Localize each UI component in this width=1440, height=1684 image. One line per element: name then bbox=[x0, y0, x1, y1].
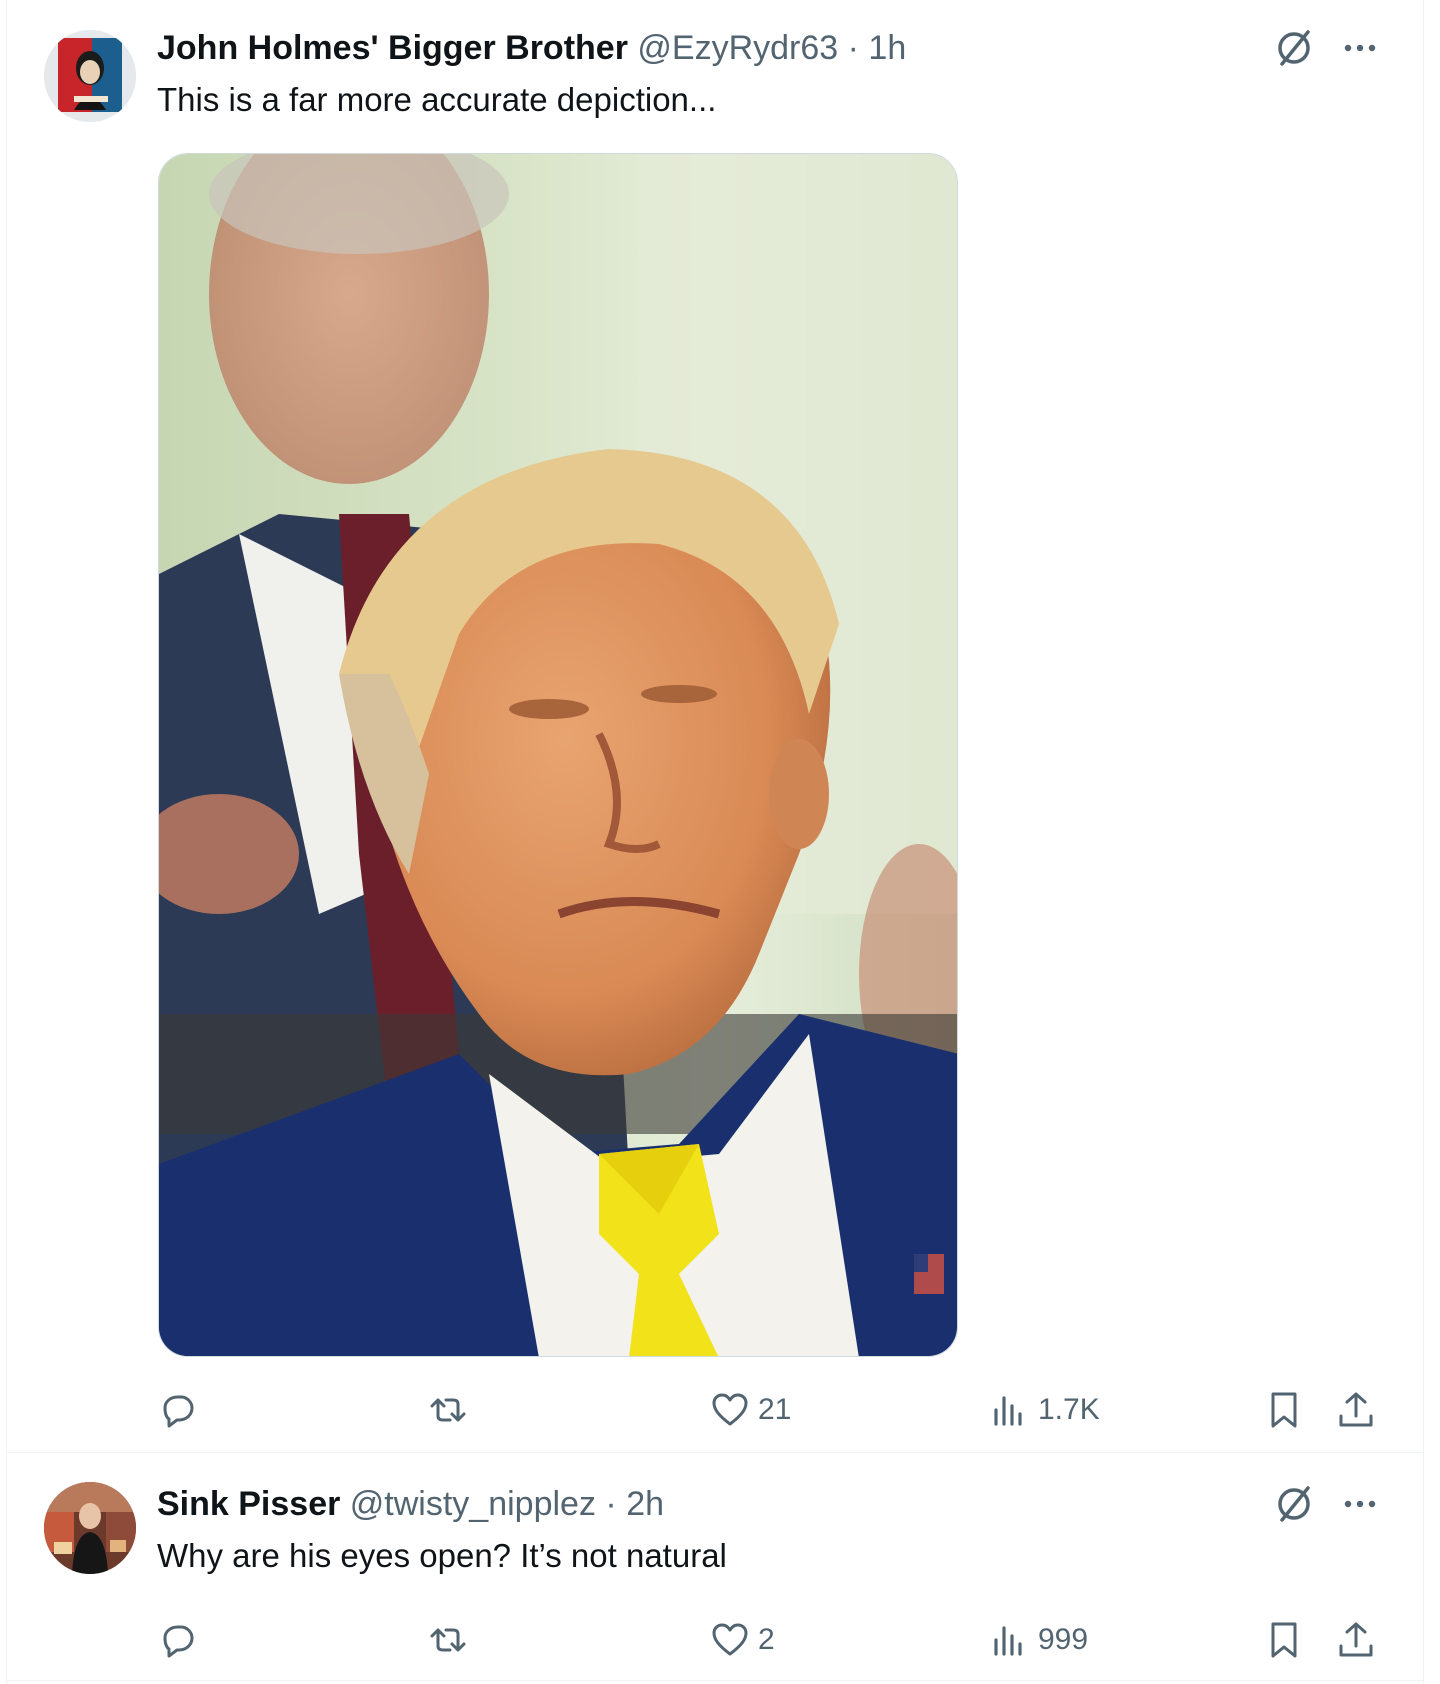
share-button[interactable] bbox=[1336, 1620, 1376, 1660]
reply-button[interactable] bbox=[157, 1390, 205, 1430]
bookmark-button[interactable] bbox=[1264, 1620, 1304, 1660]
share-icon bbox=[1339, 1392, 1373, 1427]
analytics-icon bbox=[994, 1396, 1022, 1426]
avatar[interactable] bbox=[44, 30, 136, 122]
bookmark-button[interactable] bbox=[1264, 1390, 1304, 1430]
post-header: John Holmes' Bigger Brother @EzyRydr63 ·… bbox=[157, 28, 906, 68]
post-divider bbox=[6, 1680, 1424, 1681]
avatar-image bbox=[44, 30, 136, 122]
reply-button[interactable] bbox=[157, 1620, 205, 1660]
post-media[interactable] bbox=[158, 153, 958, 1357]
heart-icon bbox=[712, 1623, 748, 1656]
view-count: 1.7K bbox=[1038, 1393, 1100, 1426]
analytics-icon bbox=[994, 1626, 1022, 1656]
grok-icon[interactable] bbox=[1274, 28, 1314, 68]
avatar-image bbox=[44, 1482, 136, 1574]
bookmark-icon bbox=[1271, 1622, 1297, 1658]
author-handle[interactable]: @twisty_nipplez bbox=[350, 1485, 596, 1523]
avatar[interactable] bbox=[44, 1482, 136, 1574]
reply-icon bbox=[163, 1625, 194, 1658]
post-time[interactable]: 2h bbox=[626, 1485, 664, 1523]
more-options-icon[interactable] bbox=[1340, 1484, 1380, 1524]
repost-icon bbox=[430, 1628, 466, 1652]
share-icon bbox=[1339, 1622, 1373, 1657]
separator: · bbox=[847, 29, 859, 67]
views-button[interactable]: 999 bbox=[990, 1620, 1088, 1660]
repost-icon bbox=[430, 1398, 466, 1422]
like-button[interactable]: 21 bbox=[710, 1390, 791, 1430]
reply-icon bbox=[163, 1395, 194, 1428]
post-text: Why are his eyes open? It’s not natural bbox=[157, 1537, 727, 1574]
like-count: 21 bbox=[758, 1393, 792, 1426]
repost-button[interactable] bbox=[428, 1620, 476, 1660]
view-count: 999 bbox=[1038, 1623, 1089, 1656]
post-divider bbox=[6, 1452, 1424, 1453]
separator: · bbox=[605, 1485, 617, 1523]
like-count: 2 bbox=[758, 1623, 775, 1656]
author-name[interactable]: Sink Pisser bbox=[157, 1485, 340, 1523]
author-name[interactable]: John Holmes' Bigger Brother bbox=[157, 29, 628, 67]
heart-icon bbox=[712, 1393, 748, 1426]
author-handle[interactable]: @EzyRydr63 bbox=[637, 29, 838, 67]
views-button[interactable]: 1.7K bbox=[990, 1390, 1100, 1430]
post-text: This is a far more accurate depiction... bbox=[157, 81, 717, 118]
repost-button[interactable] bbox=[428, 1390, 476, 1430]
post-time[interactable]: 1h bbox=[868, 29, 906, 67]
more-options-icon[interactable] bbox=[1340, 28, 1380, 68]
bookmark-icon bbox=[1271, 1392, 1297, 1428]
share-button[interactable] bbox=[1336, 1390, 1376, 1430]
photo-of-man-with-eyes-closed-image bbox=[159, 154, 957, 1356]
grok-icon[interactable] bbox=[1274, 1484, 1314, 1524]
like-button[interactable]: 2 bbox=[710, 1620, 775, 1660]
post-header: Sink Pisser @twisty_nipplez · 2h bbox=[157, 1484, 664, 1524]
